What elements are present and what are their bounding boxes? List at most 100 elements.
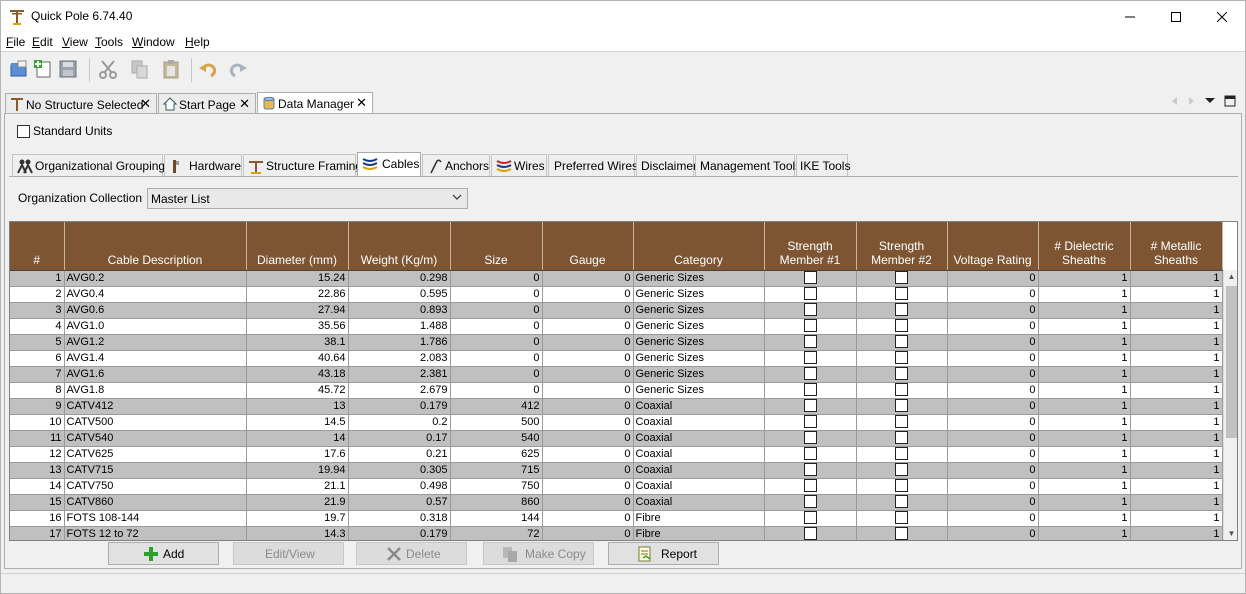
checkbox[interactable] [895, 383, 908, 397]
checkbox[interactable] [895, 271, 908, 285]
close-tab-icon[interactable]: ✕ [356, 95, 367, 111]
cell-dielectric-sheaths[interactable]: 1 [1038, 334, 1131, 351]
new-file-icon[interactable] [32, 58, 54, 80]
cell-number[interactable]: 12 [10, 446, 65, 463]
cell-strength-member-1[interactable] [764, 350, 857, 367]
checkbox[interactable] [895, 303, 908, 317]
cell-voltage-rating[interactable]: 0 [947, 318, 1039, 335]
checkbox[interactable] [803, 271, 817, 285]
cell-gauge[interactable]: 0 [542, 334, 634, 351]
close-tab-icon[interactable]: ✕ [140, 96, 151, 112]
checkbox[interactable] [803, 351, 817, 365]
report-button[interactable]: Report [608, 542, 719, 565]
cell-voltage-rating[interactable]: 0 [947, 286, 1039, 303]
cell-metallic-sheaths[interactable]: 1 [1130, 494, 1223, 511]
checkbox[interactable] [803, 319, 817, 333]
cell-dielectric-sheaths[interactable]: 1 [1038, 270, 1131, 287]
checkbox[interactable] [895, 287, 908, 301]
close-tab-icon[interactable]: ✕ [239, 96, 250, 112]
cell-strength-member-1[interactable] [764, 318, 857, 335]
cell-strength-member-1[interactable] [764, 270, 857, 287]
tab-management-tools[interactable]: Management Tools [695, 154, 801, 176]
checkbox[interactable] [803, 527, 817, 540]
checkbox[interactable] [803, 399, 817, 413]
cell-size[interactable]: 0 [450, 318, 543, 335]
cell-cable-description[interactable]: AVG1.0 [64, 318, 247, 335]
col-header-gauge[interactable]: Gauge [542, 222, 634, 271]
cell-strength-member-1[interactable] [764, 430, 857, 447]
cell-gauge[interactable]: 0 [542, 270, 634, 287]
cell-size[interactable]: 0 [450, 382, 543, 399]
cell-cable-description[interactable]: CATV625 [64, 446, 247, 463]
cell-number[interactable]: 15 [10, 494, 65, 511]
cell-diameter[interactable]: 21.9 [246, 494, 349, 511]
cell-weight[interactable]: 0.305 [348, 462, 451, 479]
cell-voltage-rating[interactable]: 0 [947, 414, 1039, 431]
cell-strength-member-1[interactable] [764, 398, 857, 415]
cell-category[interactable]: Coaxial [633, 462, 765, 479]
checkbox[interactable] [895, 335, 908, 349]
scroll-up-icon[interactable]: ▲ [1224, 270, 1237, 284]
cell-metallic-sheaths[interactable]: 1 [1130, 446, 1223, 463]
tab-organizational-groupings[interactable]: Organizational Groupings [12, 154, 171, 176]
cell-voltage-rating[interactable]: 0 [947, 350, 1039, 367]
vertical-scrollbar[interactable]: ▲ ▼ [1223, 270, 1237, 540]
cell-diameter[interactable]: 14 [246, 430, 349, 447]
cell-category[interactable]: Coaxial [633, 494, 765, 511]
cell-weight[interactable]: 0.595 [348, 286, 451, 303]
checkbox[interactable] [803, 335, 817, 349]
table-row[interactable]: 11 CATV540 14 0.17 540 0 Coaxial 0 1 1 [10, 430, 1223, 447]
cell-strength-member-2[interactable] [856, 414, 948, 431]
cell-metallic-sheaths[interactable]: 1 [1130, 462, 1223, 479]
tab-data-manager[interactable]: Data Manager ✕ [257, 92, 373, 114]
cell-cable-description[interactable]: CATV750 [64, 478, 247, 495]
cell-category[interactable]: Coaxial [633, 414, 765, 431]
cell-metallic-sheaths[interactable]: 1 [1130, 302, 1223, 319]
cell-size[interactable]: 750 [450, 478, 543, 495]
cell-metallic-sheaths[interactable]: 1 [1130, 510, 1223, 527]
cell-number[interactable]: 4 [10, 318, 65, 335]
cell-cable-description[interactable]: AVG0.6 [64, 302, 247, 319]
menu-window[interactable]: Window [132, 35, 175, 49]
col-header-category[interactable]: Category [633, 222, 765, 271]
menu-edit[interactable]: Edit [32, 35, 53, 49]
cell-strength-member-2[interactable] [856, 494, 948, 511]
tab-ike-tools[interactable]: IKE Tools [796, 154, 850, 176]
cell-strength-member-2[interactable] [856, 350, 948, 367]
cell-diameter[interactable]: 15.24 [246, 270, 349, 287]
cell-metallic-sheaths[interactable]: 1 [1130, 318, 1223, 335]
cell-dielectric-sheaths[interactable]: 1 [1038, 414, 1131, 431]
cell-cable-description[interactable]: AVG1.6 [64, 366, 247, 383]
cell-metallic-sheaths[interactable]: 1 [1130, 398, 1223, 415]
cell-weight[interactable]: 0.893 [348, 302, 451, 319]
cell-dielectric-sheaths[interactable]: 1 [1038, 430, 1131, 447]
table-row[interactable]: 8 AVG1.8 45.72 2.679 0 0 Generic Sizes 0 1 1 [10, 382, 1223, 399]
cell-metallic-sheaths[interactable]: 1 [1130, 526, 1223, 540]
cell-voltage-rating[interactable]: 0 [947, 302, 1039, 319]
cell-strength-member-1[interactable] [764, 382, 857, 399]
cell-size[interactable]: 0 [450, 350, 543, 367]
table-row[interactable]: 14 CATV750 21.1 0.498 750 0 Coaxial 0 1 1 [10, 478, 1223, 495]
cell-strength-member-1[interactable] [764, 526, 857, 540]
cell-category[interactable]: Coaxial [633, 478, 765, 495]
cell-dielectric-sheaths[interactable]: 1 [1038, 446, 1131, 463]
scrollbar-thumb[interactable] [1226, 286, 1237, 438]
cell-voltage-rating[interactable]: 0 [947, 462, 1039, 479]
cell-strength-member-1[interactable] [764, 510, 857, 527]
cell-voltage-rating[interactable]: 0 [947, 478, 1039, 495]
organization-collection-select[interactable]: Master List [147, 188, 468, 209]
cell-cable-description[interactable]: AVG1.8 [64, 382, 247, 399]
cell-voltage-rating[interactable]: 0 [947, 510, 1039, 527]
col-header-metallic-sheaths[interactable]: # Metallic Sheaths [1130, 222, 1223, 271]
cell-metallic-sheaths[interactable]: 1 [1130, 334, 1223, 351]
cell-gauge[interactable]: 0 [542, 510, 634, 527]
tab-nav-icons[interactable] [1169, 94, 1237, 108]
cell-size[interactable]: 860 [450, 494, 543, 511]
cell-dielectric-sheaths[interactable]: 1 [1038, 318, 1131, 335]
cell-category[interactable]: Generic Sizes [633, 334, 765, 351]
menu-tools[interactable]: Tools [95, 35, 123, 49]
cell-strength-member-2[interactable] [856, 462, 948, 479]
cell-cable-description[interactable]: AVG1.2 [64, 334, 247, 351]
checkbox[interactable] [895, 527, 908, 540]
tab-hardware[interactable]: Hardware [164, 154, 242, 176]
